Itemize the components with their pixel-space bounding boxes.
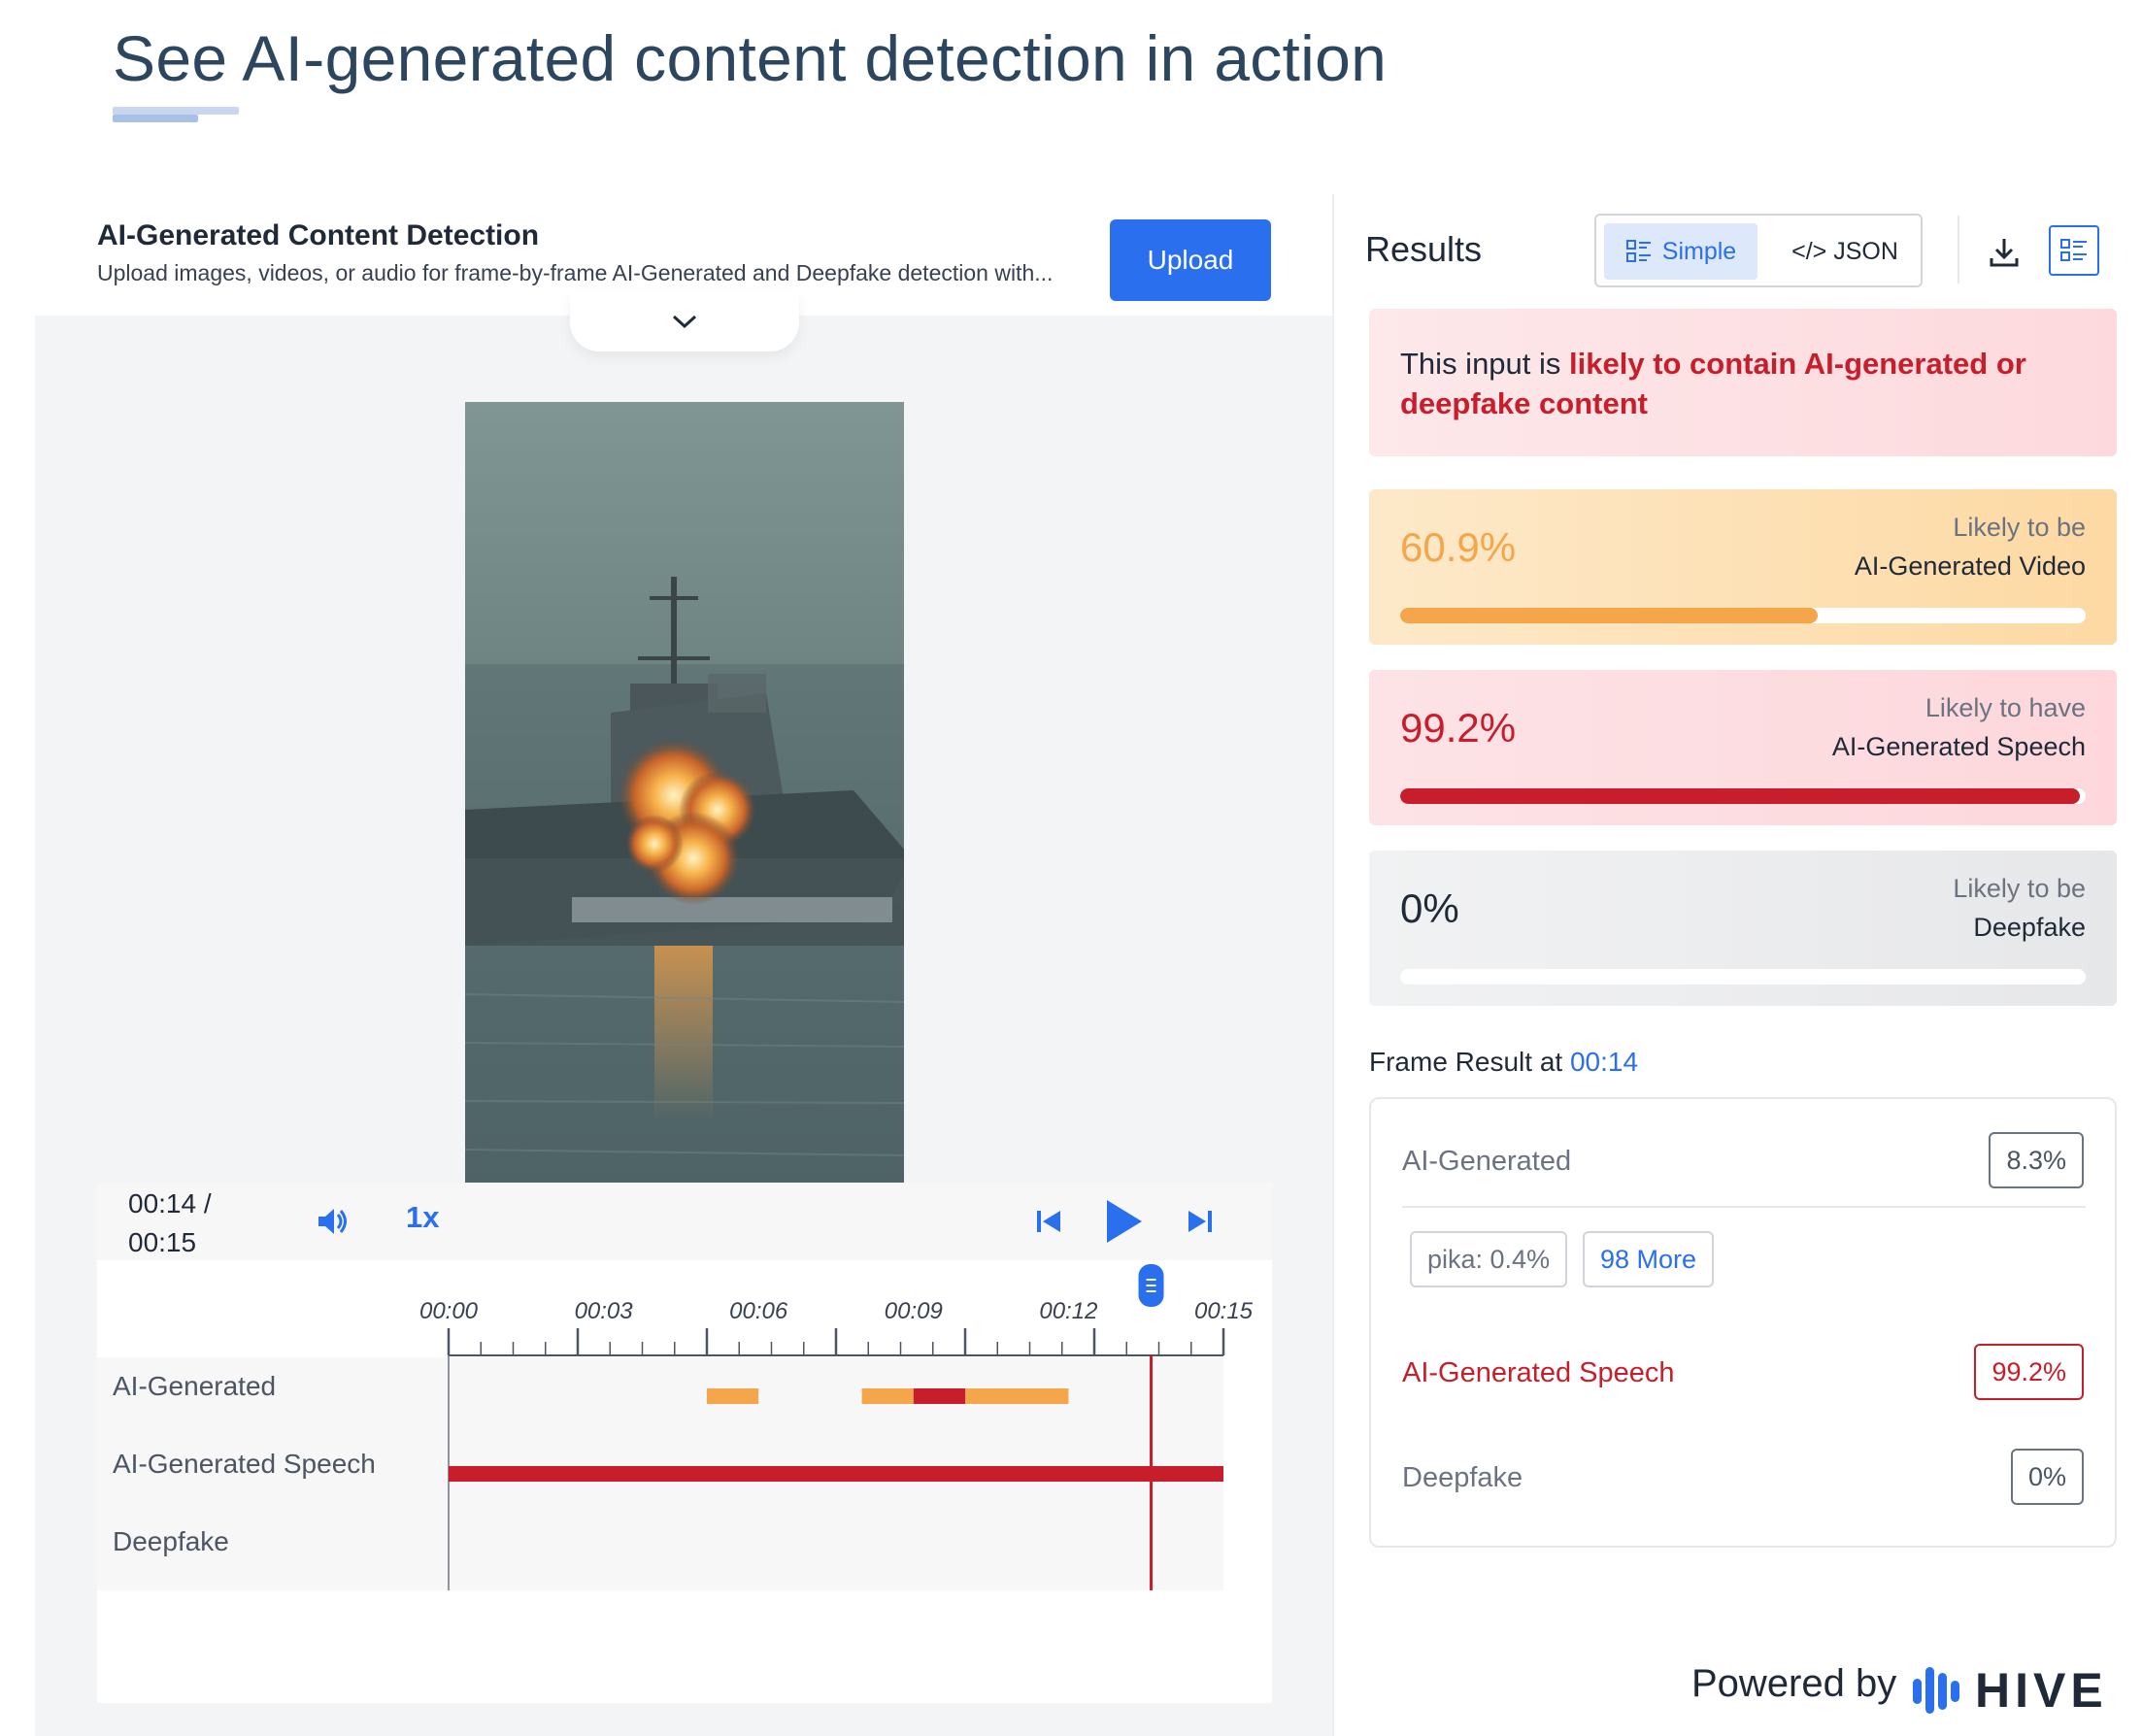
tick-label: 00:03 (575, 1298, 634, 1324)
download-icon[interactable] (1981, 229, 2027, 276)
card-ai-speech-line1: Likely to have (1924, 693, 2086, 722)
upload-button[interactable]: Upload (1110, 219, 1271, 301)
play-icon[interactable] (1099, 1194, 1148, 1249)
detector-title: AI-Generated Content Detection (97, 219, 540, 251)
hive-wordmark: HIVE (1975, 1663, 2108, 1718)
player-controls: 00:14 / 00:15 1x (97, 1183, 1272, 1260)
frame-result-time: 00:14 (1569, 1047, 1639, 1077)
ai-generated-segment (707, 1388, 759, 1404)
tick-label: 00:12 (1039, 1298, 1097, 1324)
hive-logo-icon (1913, 1667, 1959, 1714)
card-ai-video-line1: Likely to be (1953, 513, 2086, 542)
speech-segment (449, 1466, 1223, 1482)
fr-speech-value: 99.2% (1974, 1344, 2084, 1400)
card-ai-speech-line2: AI-Generated Speech (1831, 732, 2086, 761)
tick-label: 00:09 (885, 1298, 943, 1324)
ai-generated-segment (861, 1388, 914, 1404)
hive-logo[interactable]: HIVE (1913, 1662, 2108, 1719)
frame-result-label: Frame Result at (1369, 1047, 1570, 1077)
detector-subtitle: Upload images, videos, or audio for fram… (97, 260, 1054, 285)
fr-divider (1402, 1206, 2086, 1208)
card-deepfake-bar (1400, 969, 2086, 985)
summary-prefix: This input is (1400, 347, 1570, 381)
track-row-bg (97, 1513, 1223, 1590)
tick-label: 00:00 (419, 1298, 479, 1324)
frame-result-box: AI-Generated 8.3% pika: 0.4% 98 More AI-… (1369, 1097, 2117, 1548)
ai-generated-segment (913, 1388, 965, 1404)
list-view-icon (1625, 240, 1651, 262)
video-player: 00:14 / 00:15 1x 00:00 00:03 00:06 00:09… (97, 1183, 1272, 1703)
time-current: 00:14 / (128, 1188, 212, 1219)
fr-deepfake-value: 0% (2010, 1449, 2084, 1505)
time-display: 00:14 / 00:15 (128, 1185, 212, 1262)
card-ai-speech-fill (1400, 788, 2081, 804)
skip-forward-icon[interactable] (1181, 1200, 1220, 1243)
card-deepfake-line2: Deepfake (1973, 913, 2086, 942)
fr-ai-generated-label: AI-Generated (1402, 1146, 1572, 1177)
ship-explosion-image (465, 577, 904, 1183)
card-ai-speech: 99.2% Likely to have AI-Generated Speech (1369, 670, 2117, 825)
card-ai-video: 60.9% Likely to be AI-Generated Video (1369, 489, 2117, 645)
chip-more[interactable]: 98 More (1583, 1231, 1715, 1287)
collapse-toggle[interactable] (570, 291, 799, 351)
ai-generated-segment (965, 1388, 1069, 1404)
card-ai-video-pct: 60.9% (1400, 524, 1517, 570)
tick-label: 00:15 (1194, 1298, 1254, 1324)
results-title: Results (1365, 229, 1483, 269)
fr-speech-label: AI-Generated Speech (1402, 1357, 1675, 1388)
card-deepfake-line1: Likely to be (1953, 874, 2086, 903)
playback-speed[interactable]: 1x (406, 1200, 439, 1235)
track-label-speech: AI-Generated Speech (113, 1449, 376, 1479)
fr-deepfake-label: Deepfake (1402, 1462, 1523, 1493)
card-ai-speech-pct: 99.2% (1400, 705, 1517, 751)
toggle-simple[interactable]: Simple (1604, 223, 1757, 280)
summary-view-icon[interactable] (2049, 225, 2099, 276)
fr-ai-generated-value: 8.3% (1989, 1132, 2084, 1188)
track-label-ai-generated: AI-Generated (113, 1371, 277, 1401)
toggle-simple-label: Simple (1661, 237, 1737, 265)
page-title: See AI-generated content detection in ac… (113, 22, 1388, 94)
card-deepfake: 0% Likely to be Deepfake (1369, 851, 2117, 1006)
card-ai-video-line2: AI-Generated Video (1854, 551, 2086, 581)
timeline[interactable]: 00:00 00:03 00:06 00:09 00:12 00:15 (97, 1260, 1272, 1703)
tick-label: 00:06 (729, 1298, 788, 1324)
time-total: 00:15 (128, 1227, 197, 1257)
card-ai-video-fill (1400, 608, 1818, 623)
toolbar-separator (1958, 216, 1959, 284)
card-ai-speech-bar (1400, 788, 2086, 804)
frame-result-heading: Frame Result at 00:14 (1369, 1047, 1638, 1078)
skip-back-icon[interactable] (1029, 1200, 1068, 1243)
volume-icon[interactable] (313, 1200, 351, 1243)
powered-by-text: Powered by (1691, 1662, 1897, 1705)
video-frame (465, 402, 904, 1183)
card-deepfake-pct: 0% (1400, 885, 1459, 931)
panel-divider (1332, 194, 1334, 1736)
chip-pika: pika: 0.4% (1410, 1231, 1568, 1287)
chevron-down-icon (672, 315, 697, 329)
view-toggle: Simple </> JSON (1594, 214, 1923, 287)
track-label-deepfake: Deepfake (113, 1526, 229, 1556)
card-ai-video-bar (1400, 608, 2086, 623)
toggle-json[interactable]: </> JSON (1777, 223, 1913, 280)
summary-alert: This input is likely to contain AI-gener… (1369, 309, 2117, 456)
